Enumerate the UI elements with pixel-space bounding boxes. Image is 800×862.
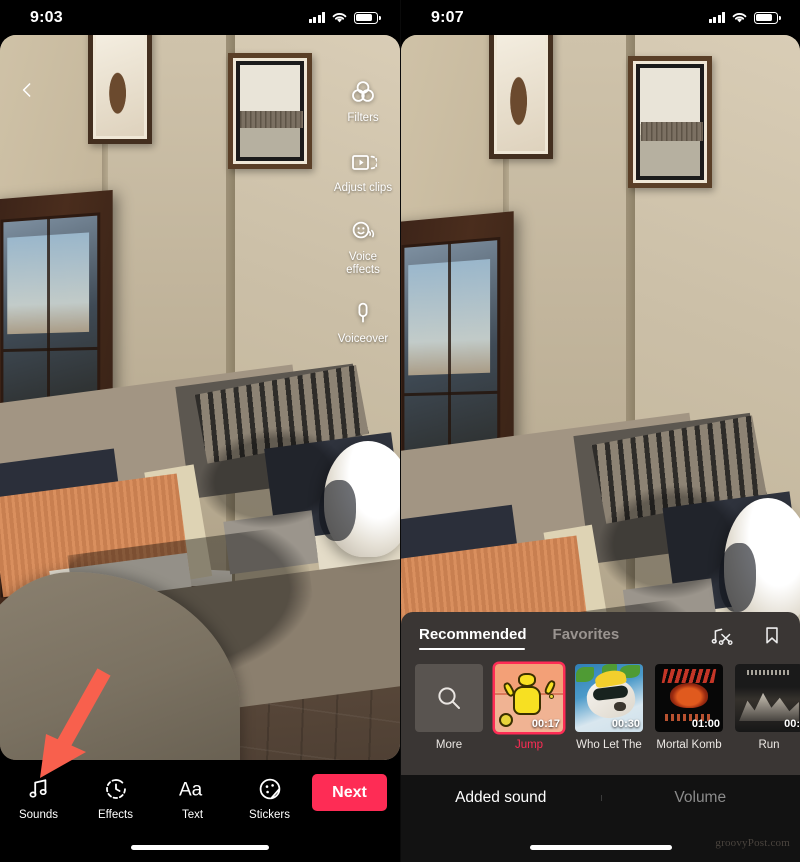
wall-picture-1 [88, 35, 152, 144]
footer-tab-volume[interactable]: Volume [600, 789, 800, 807]
tool-label: Filters [347, 112, 379, 124]
wall-picture-2 [628, 55, 713, 188]
sound-panel-tabs: Recommended Favorites [419, 626, 620, 650]
sound-item-jump[interactable]: 00:17 Jump [495, 664, 563, 751]
sound-panel-header-icons [710, 623, 784, 647]
video-preview-left[interactable]: Filters Adjust clips Voice effects Voice… [0, 35, 400, 760]
sound-list[interactable]: More 00:17 Jump 00:30 Who Let The 01:00 … [401, 660, 800, 751]
next-button[interactable]: Next [312, 774, 387, 811]
status-icons [708, 11, 781, 24]
home-indicator [529, 845, 672, 850]
tool-voiceover[interactable]: Voiceover [332, 298, 394, 346]
footer-tab-added-sound[interactable]: Added sound [401, 789, 601, 807]
sound-name: Who Let The [576, 739, 642, 751]
text-aa-icon: Aa [178, 776, 208, 803]
sticker-face-icon [257, 776, 283, 803]
bottom-tool-text[interactable]: Aa Text [154, 776, 231, 821]
cellular-signal-icon [308, 12, 325, 23]
voice-effects-icon [348, 216, 378, 246]
dual-phone-screenshot: 9:03 Filters Adjust clips Voice effects … [0, 0, 800, 862]
svg-text:Aa: Aa [179, 780, 203, 801]
sound-item-more[interactable]: More [415, 664, 483, 751]
tool-label: Voiceover [337, 333, 389, 345]
status-bar-right: 9:07 [401, 0, 800, 35]
back-button[interactable] [14, 77, 40, 103]
adjust-clips-icon [348, 147, 378, 177]
tool-voice-effects[interactable]: Voice effects [332, 216, 394, 276]
tab-favorites[interactable]: Favorites [553, 626, 620, 646]
wifi-icon [332, 13, 347, 23]
sound-thumbnail: 00:17 [495, 664, 563, 732]
footer-tabs: Added sound Volume [401, 775, 800, 821]
status-time: 9:03 [30, 8, 63, 26]
bottom-tool-label: Stickers [249, 808, 290, 821]
sound-name: Mortal Komb [656, 739, 722, 751]
editing-tools-sidebar: Filters Adjust clips Voice effects Voice… [332, 77, 394, 346]
battery-icon [754, 11, 781, 24]
sound-item-mortal-kombat[interactable]: 01:00 Mortal Komb [655, 664, 723, 751]
status-bar-left: 9:03 [0, 0, 400, 35]
wall-picture-2 [228, 53, 312, 170]
tab-recommended[interactable]: Recommended [419, 626, 527, 650]
sound-name: More [435, 739, 463, 751]
sound-duration: 00:30 [611, 718, 640, 730]
sound-thumbnail: 01:00 [655, 664, 723, 732]
sound-thumbnail: 00: [735, 664, 800, 732]
status-icons [308, 11, 381, 24]
sound-picker-panel: Recommended Favorites More 00:17 Jump 00… [401, 612, 800, 775]
trim-sound-icon[interactable] [710, 623, 734, 647]
sound-panel-header: Recommended Favorites [401, 612, 800, 660]
bottom-tool-label: Sounds [18, 808, 58, 821]
sound-duration: 01:00 [691, 718, 720, 730]
sound-thumbnail [415, 664, 483, 732]
tool-label: Adjust clips [333, 181, 393, 194]
right-phone: 9:07 Recommended Favorites More 00:17 Ju… [400, 0, 800, 862]
sound-panel-footer: Added sound Volume groovyPost.com [401, 775, 800, 862]
bookmark-icon[interactable] [760, 623, 784, 647]
tool-filters[interactable]: Filters [332, 77, 394, 125]
left-phone: 9:03 Filters Adjust clips Voice effects … [0, 0, 400, 862]
home-indicator [131, 845, 269, 850]
microphone-icon [348, 298, 378, 328]
sound-thumbnail: 00:30 [575, 664, 643, 732]
sound-name: Jump [514, 739, 544, 751]
battery-icon [354, 11, 381, 24]
sound-duration: 00:17 [531, 718, 560, 730]
back-chevron-icon [22, 83, 31, 97]
bottom-tool-label: Effects [98, 808, 133, 821]
sound-name: Run [758, 739, 780, 751]
white-dome-object [718, 498, 800, 631]
white-dome-object [318, 441, 400, 557]
wall-picture-1 [488, 35, 553, 160]
status-time: 9:07 [431, 8, 464, 26]
cellular-signal-icon [708, 12, 725, 23]
sound-item-run[interactable]: 00: Run [735, 664, 800, 751]
wifi-icon [732, 13, 747, 23]
watermark: groovyPost.com [715, 837, 790, 849]
search-icon [438, 687, 460, 709]
sound-duration: 00: [784, 718, 800, 730]
filters-icon [348, 77, 378, 107]
bottom-tool-label: Text [181, 808, 204, 821]
sound-item-who-let-the[interactable]: 00:30 Who Let The [575, 664, 643, 751]
annotation-arrow [40, 668, 111, 778]
tool-label: Voice effects [346, 251, 380, 276]
tool-adjust-clips[interactable]: Adjust clips [332, 147, 394, 195]
bottom-tool-stickers[interactable]: Stickers [231, 776, 308, 821]
